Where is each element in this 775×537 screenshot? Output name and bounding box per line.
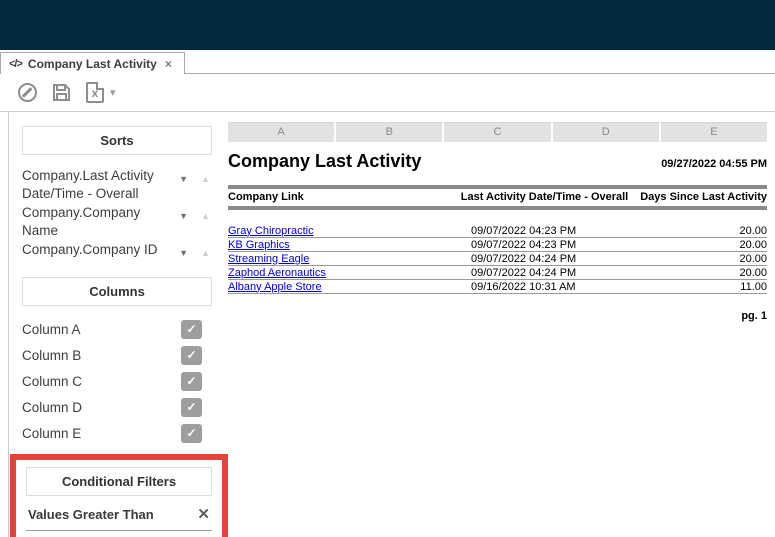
- header-company-link: Company Link: [228, 191, 457, 203]
- checkbox-checked-icon[interactable]: ✓: [181, 372, 202, 391]
- code-icon: </>: [9, 58, 22, 70]
- settings-sidebar: Sorts Company.Last Activity Date/Time - …: [8, 112, 228, 537]
- days-since-cell: 11.00: [632, 281, 767, 293]
- columns-section-header: Columns: [22, 277, 212, 306]
- sort-ascending-icon[interactable]: ▲: [201, 207, 210, 225]
- sort-item-label: Company.Company ID: [22, 241, 172, 259]
- sort-descending-icon[interactable]: ▼: [179, 170, 188, 188]
- spreadsheet-column-headers: A B C D E: [228, 122, 767, 142]
- report-title: Company Last Activity: [228, 151, 421, 172]
- header-days-since: Days Since Last Activity: [632, 191, 767, 203]
- report-preview: A B C D E Company Last Activity 09/27/20…: [228, 112, 775, 537]
- sort-item-label: Company.Last Activity Date/Time - Overal…: [22, 167, 172, 203]
- remove-filter-icon[interactable]: ✕: [197, 505, 210, 523]
- last-activity-cell: 09/16/2022 10:31 AM: [457, 281, 632, 293]
- report-timestamp: 09/27/2022 04:55 PM: [661, 158, 767, 172]
- company-link[interactable]: KB Graphics: [228, 239, 290, 251]
- checkbox-checked-icon[interactable]: ✓: [181, 424, 202, 443]
- table-row: Albany Apple Store 09/16/2022 10:31 AM 1…: [228, 280, 767, 294]
- table-row: Streaming Eagle 09/07/2022 04:24 PM 20.0…: [228, 252, 767, 266]
- tab-company-last-activity[interactable]: </> Company Last Activity ×: [0, 52, 185, 74]
- company-link[interactable]: Albany Apple Store: [228, 281, 322, 293]
- excel-export-icon[interactable]: x: [86, 82, 104, 103]
- filter-name-label: Values Greater Than: [28, 507, 154, 522]
- days-since-cell: 20.00: [632, 239, 767, 251]
- column-label: Column C: [22, 374, 82, 389]
- report-builder-window: </> Company Last Activity × x ▾ Sorts Co…: [0, 0, 775, 537]
- company-link[interactable]: Gray Chiropractic: [228, 225, 314, 237]
- column-label: Column D: [22, 400, 82, 415]
- sheet-column-header[interactable]: C: [444, 122, 550, 142]
- sorts-title: Sorts: [100, 133, 133, 148]
- cancel-icon[interactable]: [18, 83, 37, 102]
- tab-close-icon[interactable]: ×: [165, 57, 172, 71]
- table-row: KB Graphics 09/07/2022 04:23 PM 20.00: [228, 238, 767, 252]
- checkbox-checked-icon[interactable]: ✓: [181, 398, 202, 417]
- company-link[interactable]: Zaphod Aeronautics: [228, 267, 326, 279]
- company-link[interactable]: Streaming Eagle: [228, 253, 309, 265]
- sheet-column-header[interactable]: B: [336, 122, 442, 142]
- sort-descending-icon[interactable]: ▼: [179, 244, 188, 262]
- content-area: Sorts Company.Last Activity Date/Time - …: [0, 112, 775, 537]
- sort-descending-icon[interactable]: ▼: [179, 207, 188, 225]
- export-dropdown-icon[interactable]: ▾: [110, 86, 116, 99]
- sheet-column-header[interactable]: D: [553, 122, 659, 142]
- tab-label: Company Last Activity: [28, 57, 157, 71]
- last-activity-cell: 09/07/2022 04:23 PM: [457, 239, 632, 251]
- checkbox-checked-icon[interactable]: ✓: [181, 346, 202, 365]
- column-toggle-row: Column B ✓: [22, 344, 212, 366]
- sort-item: Company.Company Name ▼ ▲: [22, 204, 212, 240]
- columns-title: Columns: [89, 284, 145, 299]
- conditional-filters-section-header: Conditional Filters: [26, 467, 212, 496]
- column-label: Column E: [22, 426, 81, 441]
- column-toggle-row: Column A ✓: [22, 318, 212, 340]
- sheet-column-header[interactable]: E: [661, 122, 767, 142]
- top-navigation-bar: [0, 0, 775, 50]
- sort-item-label: Company.Company Name: [22, 204, 172, 240]
- column-toggle-row: Column C ✓: [22, 370, 212, 392]
- excel-export-control: x ▾: [86, 82, 116, 103]
- toolbar: x ▾: [0, 74, 775, 112]
- sorts-section-header: Sorts: [22, 126, 212, 155]
- save-icon[interactable]: [52, 83, 71, 102]
- tab-bar: </> Company Last Activity ×: [0, 50, 775, 74]
- report-table-header: Company Link Last Activity Date/Time - O…: [228, 189, 767, 206]
- sort-item: Company.Company ID ▼ ▲: [22, 241, 212, 262]
- days-since-cell: 20.00: [632, 253, 767, 265]
- days-since-cell: 20.00: [632, 267, 767, 279]
- tab-bar-filler: [185, 52, 775, 74]
- filter-row: Values Greater Than ✕: [26, 505, 212, 531]
- sort-ascending-icon[interactable]: ▲: [201, 170, 210, 188]
- sheet-column-header[interactable]: A: [228, 122, 334, 142]
- column-label: Column B: [22, 348, 81, 363]
- sort-ascending-icon[interactable]: ▲: [201, 244, 210, 262]
- table-row: Gray Chiropractic 09/07/2022 04:23 PM 20…: [228, 224, 767, 238]
- column-label: Column A: [22, 322, 81, 337]
- report-title-row: Company Last Activity 09/27/2022 04:55 P…: [228, 151, 767, 172]
- days-since-cell: 20.00: [632, 225, 767, 237]
- conditional-filters-title: Conditional Filters: [62, 474, 176, 489]
- page-number: pg. 1: [228, 310, 767, 322]
- table-row: Zaphod Aeronautics 09/07/2022 04:24 PM 2…: [228, 266, 767, 280]
- header-last-activity: Last Activity Date/Time - Overall: [457, 191, 632, 203]
- checkbox-checked-icon[interactable]: ✓: [181, 320, 202, 339]
- last-activity-cell: 09/07/2022 04:24 PM: [457, 267, 632, 279]
- conditional-filters-highlight: Conditional Filters Values Greater Than …: [10, 454, 228, 537]
- column-toggle-row: Column E ✓: [22, 422, 212, 444]
- column-toggle-row: Column D ✓: [22, 396, 212, 418]
- last-activity-cell: 09/07/2022 04:23 PM: [457, 225, 632, 237]
- last-activity-cell: 09/07/2022 04:24 PM: [457, 253, 632, 265]
- sort-item: Company.Last Activity Date/Time - Overal…: [22, 167, 212, 203]
